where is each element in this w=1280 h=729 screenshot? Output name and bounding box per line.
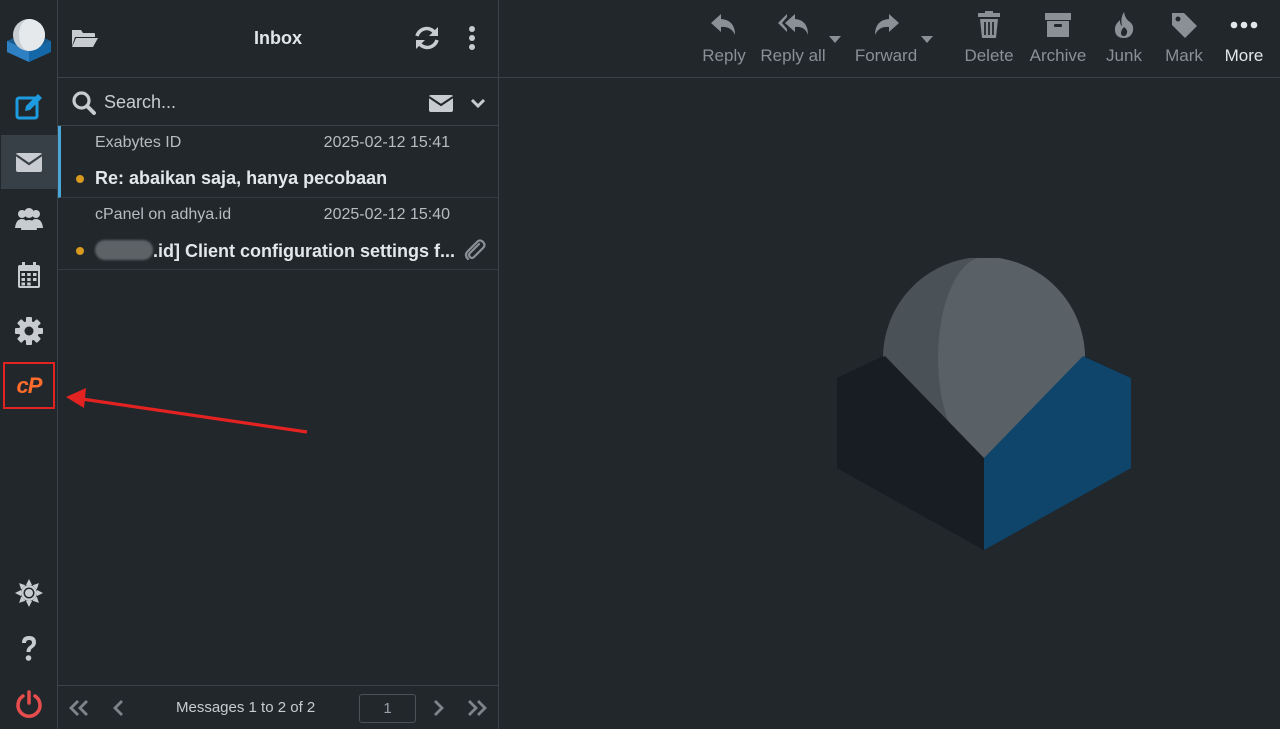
page-number-input[interactable] <box>359 694 416 723</box>
mail-button[interactable] <box>1 135 57 189</box>
more-dots-icon <box>1230 21 1258 29</box>
help-button[interactable] <box>1 621 57 675</box>
search-scope-envelope-icon[interactable] <box>428 92 454 114</box>
refresh-icon[interactable] <box>413 24 441 52</box>
cpanel-button[interactable]: cP <box>3 362 55 409</box>
more-button[interactable]: More <box>1223 10 1265 70</box>
first-page-icon[interactable] <box>68 698 90 718</box>
delete-label: Delete <box>964 46 1014 65</box>
more-label: More <box>1224 46 1264 65</box>
mark-button[interactable]: Mark <box>1163 10 1205 70</box>
message-row[interactable]: Exabytes ID 2025-02-12 15:41 Re: abaikan… <box>58 126 498 198</box>
question-icon <box>22 636 36 661</box>
calendar-button[interactable] <box>1 248 57 302</box>
archive-label: Archive <box>1029 46 1087 65</box>
forward-label: Forward <box>854 46 918 65</box>
compose-button[interactable] <box>1 80 57 134</box>
list-header: Inbox <box>58 0 498 78</box>
mark-label: Mark <box>1165 46 1203 65</box>
contacts-icon <box>15 208 43 230</box>
forward-dropdown-icon[interactable] <box>921 36 933 44</box>
archive-button[interactable]: Archive <box>1029 10 1087 70</box>
junk-button[interactable]: Junk <box>1104 10 1144 70</box>
fire-icon <box>1114 12 1134 38</box>
logout-button[interactable] <box>1 677 57 729</box>
search-input[interactable] <box>104 86 404 118</box>
search-icon[interactable] <box>71 90 97 116</box>
next-page-icon[interactable] <box>427 698 449 718</box>
gear-icon <box>15 317 43 345</box>
settings-button[interactable] <box>1 304 57 358</box>
message-row[interactable]: cPanel on adhya.id 2025-02-12 15:40 .id]… <box>58 198 498 270</box>
reply-all-label: Reply all <box>760 46 826 65</box>
reply-all-button[interactable]: Reply all <box>760 10 826 70</box>
trash-icon <box>978 11 1000 38</box>
list-options-icon[interactable] <box>462 24 482 52</box>
message-subject-visible: .id] Client configuration settings f... <box>153 241 455 261</box>
message-date: 2025-02-12 15:41 <box>323 134 450 151</box>
archive-icon <box>1045 13 1071 37</box>
contacts-button[interactable] <box>1 192 57 246</box>
nav-rail: cP <box>0 0 58 729</box>
power-icon <box>16 690 42 718</box>
chevron-down-icon[interactable] <box>470 95 486 111</box>
redacted-text <box>95 240 153 260</box>
message-from: cPanel on adhya.id <box>95 206 232 223</box>
list-footer: Messages 1 to 2 of 2 <box>58 685 499 729</box>
last-page-icon[interactable] <box>466 698 488 718</box>
roundcube-app: cP Inbox Search... Exabytes ID 2025-02-1… <box>0 0 1280 729</box>
search-bar <box>58 78 498 126</box>
message-list-pane: Inbox Search... Exabytes ID 2025-02-12 1… <box>58 0 499 729</box>
message-subject: .id] Client configuration settings f... <box>95 240 455 262</box>
roundcube-watermark-logo <box>837 258 1131 550</box>
attachment-icon <box>464 239 486 261</box>
cpanel-icon: cP <box>16 372 43 398</box>
message-count: Messages 1 to 2 of 2 <box>176 699 316 716</box>
sun-icon <box>15 579 43 607</box>
message-preview-pane <box>499 78 1280 729</box>
reply-label: Reply <box>702 46 746 65</box>
unread-indicator[interactable] <box>76 175 84 183</box>
message-subject: Re: abaikan saja, hanya pecobaan <box>95 168 388 188</box>
forward-icon <box>875 14 899 35</box>
reply-all-icon <box>778 14 808 35</box>
message-from: Exabytes ID <box>95 134 182 151</box>
theme-toggle-button[interactable] <box>1 566 57 620</box>
previous-page-icon[interactable] <box>108 698 130 718</box>
envelope-icon <box>15 153 43 172</box>
reply-all-dropdown-icon[interactable] <box>829 36 841 44</box>
calendar-icon <box>18 262 40 288</box>
reply-icon <box>711 14 735 35</box>
delete-button[interactable]: Delete <box>964 10 1014 70</box>
tag-icon <box>1172 13 1197 38</box>
message-date: 2025-02-12 15:40 <box>323 206 450 223</box>
reply-button[interactable]: Reply <box>702 10 746 70</box>
junk-label: Junk <box>1106 46 1142 65</box>
compose-icon <box>15 94 42 120</box>
forward-button[interactable]: Forward <box>854 10 918 70</box>
unread-indicator[interactable] <box>76 247 84 255</box>
roundcube-logo[interactable] <box>4 14 54 64</box>
message-toolbar: Reply Reply all Forward Delete Archive J… <box>499 0 1280 78</box>
